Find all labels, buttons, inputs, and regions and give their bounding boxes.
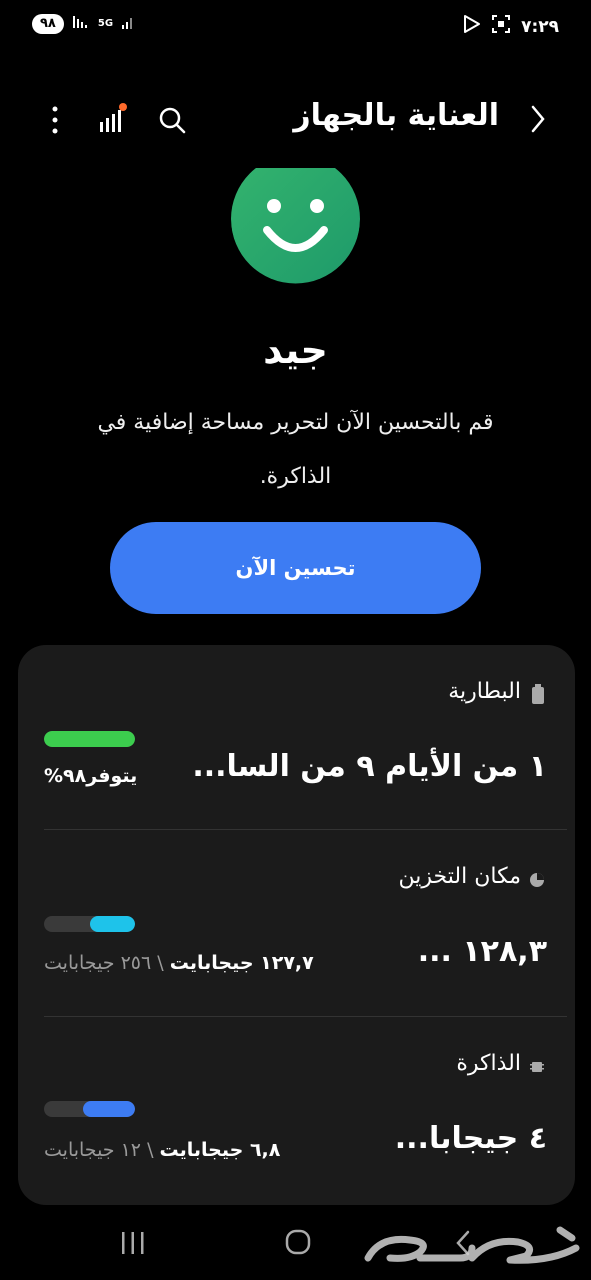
signal-icon xyxy=(72,14,90,34)
home-icon[interactable] xyxy=(284,1228,312,1256)
battery-remaining: ١ من الأيام ٩ من السا... xyxy=(192,749,547,784)
status-left: ٩٨ 5G xyxy=(32,14,135,34)
smiley-face-icon xyxy=(231,168,360,284)
storage-section[interactable]: مكان التخزين ١٢٨,٣ ... ١٢٧,٧ جيجابايت \ … xyxy=(18,830,575,1016)
storage-separator: \ xyxy=(157,952,164,974)
app-header: العناية بالجهاز xyxy=(0,92,591,148)
storage-free: ١٢٨,٣ ... xyxy=(417,934,547,969)
haraj-watermark-logo xyxy=(360,1218,586,1276)
memory-header: الذاكرة xyxy=(456,1051,545,1076)
page-title: العناية بالجهاز xyxy=(293,98,499,133)
memory-separator: \ xyxy=(147,1139,154,1161)
diagnostics-chart-icon[interactable] xyxy=(96,102,128,136)
storage-usage: ١٢٧,٧ جيجابايت \ ٢٥٦ جيجابايت xyxy=(44,952,314,974)
memory-section[interactable]: الذاكرة ٤ جيجابا... ٦,٨ جيجابايت \ ١٢ جي… xyxy=(18,1017,575,1203)
more-options-icon[interactable] xyxy=(44,104,66,136)
clock: ٧:٢٩ xyxy=(521,16,559,37)
battery-icon xyxy=(531,683,545,704)
battery-level-badge: ٩٨ xyxy=(32,14,64,34)
memory-chip-icon xyxy=(530,1056,545,1072)
health-description: قم بالتحسين الآن لتحرير مساحة إضافية في … xyxy=(97,410,494,489)
search-icon[interactable] xyxy=(156,104,188,136)
5g-icon: 5G xyxy=(97,18,114,29)
health-status: جيد xyxy=(263,328,328,372)
screenshot-icon xyxy=(491,14,511,39)
storage-label: مكان التخزين xyxy=(398,864,521,889)
storage-bar-fill xyxy=(89,916,135,932)
memory-bar xyxy=(44,1101,135,1117)
storage-total: ٢٥٦ جيجابايت xyxy=(44,952,152,974)
memory-total: ١٢ جيجابايت xyxy=(44,1139,142,1161)
memory-used: ٦,٨ جيجابايت xyxy=(159,1139,281,1161)
battery-bar-fill xyxy=(44,731,135,747)
battery-label: البطارية xyxy=(448,679,521,704)
pie-chart-icon xyxy=(530,869,545,887)
signal-bars-icon xyxy=(121,14,135,34)
battery-section[interactable]: البطارية ١ من الأيام ٩ من السا... يتوفر٩… xyxy=(18,645,575,829)
memory-bar-fill xyxy=(83,1101,135,1117)
storage-bar xyxy=(44,916,135,932)
storage-header: مكان التخزين xyxy=(399,864,545,889)
storage-used: ١٢٧,٧ جيجابايت xyxy=(169,952,314,974)
memory-usage: ٦,٨ جيجابايت \ ١٢ جيجابايت xyxy=(44,1139,280,1161)
status-bar: ٩٨ 5G ٧:٢٩ xyxy=(0,0,591,56)
recent-apps-icon[interactable] xyxy=(118,1230,148,1256)
back-chevron-icon[interactable] xyxy=(523,104,553,134)
status-right: ٧:٢٩ xyxy=(463,14,559,39)
battery-available: يتوفر٩٨% xyxy=(44,765,138,787)
play-store-icon xyxy=(463,14,481,39)
battery-bar xyxy=(44,731,135,747)
memory-label: الذاكرة xyxy=(456,1051,521,1076)
memory-free: ٤ جيجابا... xyxy=(394,1121,547,1156)
optimize-now-button[interactable]: تحسين الآن xyxy=(110,522,481,614)
battery-header: البطارية xyxy=(448,679,545,704)
device-care-card: البطارية ١ من الأيام ٩ من السا... يتوفر٩… xyxy=(18,645,575,1205)
